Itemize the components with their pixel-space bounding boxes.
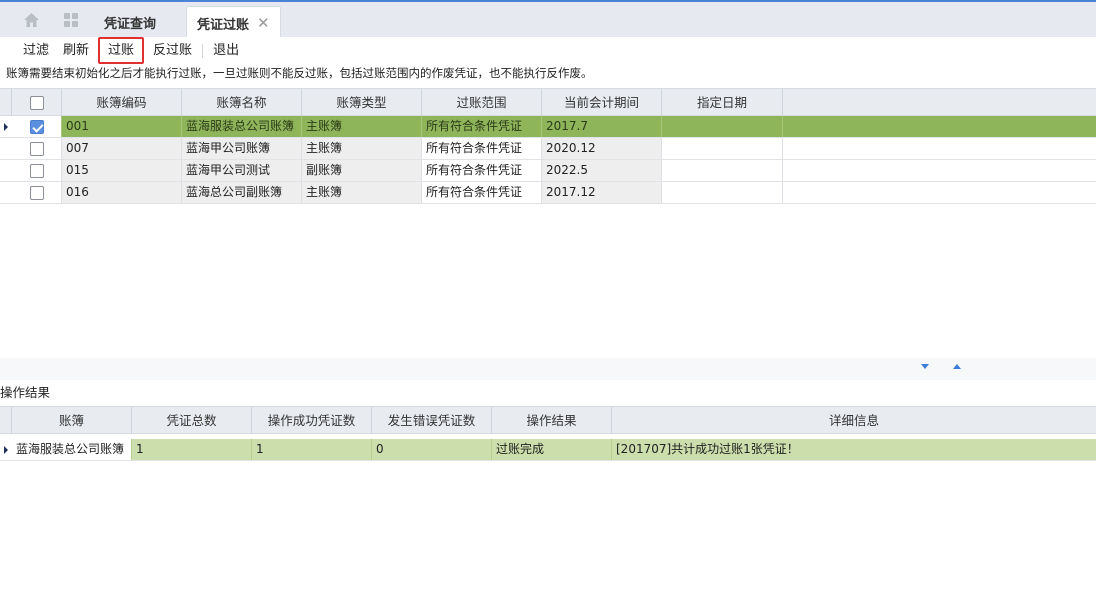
- current-period: 2017.7: [542, 116, 662, 137]
- select-all-checkbox[interactable]: [29, 95, 44, 110]
- result-total: 1: [132, 439, 252, 460]
- tab-bar: 凭证查询 凭证过账 ✕: [0, 0, 1096, 39]
- posting-notice: 账簿需要结束初始化之后才能执行过账，一旦过账则不能反过账，包括过账范围内的作废凭…: [6, 66, 593, 80]
- specified-date[interactable]: [662, 138, 783, 159]
- book-code: 001: [62, 116, 182, 137]
- current-row-indicator: [0, 116, 12, 137]
- current-period: 2020.12: [542, 138, 662, 159]
- column-header[interactable]: 账簿名称: [182, 89, 302, 116]
- book-type: 主账簿: [302, 138, 422, 159]
- book-name: 蓝海甲公司账簿: [182, 138, 302, 159]
- panel-splitter[interactable]: [0, 358, 1096, 380]
- close-icon[interactable]: ✕: [257, 14, 270, 32]
- refresh-button[interactable]: 刷新: [56, 37, 96, 64]
- column-header[interactable]: 操作结果: [492, 407, 612, 434]
- row-checkbox-cell: [12, 160, 62, 181]
- result-success: 1: [252, 439, 372, 460]
- row-filler: [783, 116, 1096, 137]
- table-row[interactable]: 015 蓝海甲公司测试 副账簿 所有符合条件凭证 2022.5: [0, 160, 1096, 182]
- posting-scope: 所有符合条件凭证: [422, 116, 542, 137]
- result-table-header: 账簿 凭证总数 操作成功凭证数 发生错误凭证数 操作结果 详细信息: [0, 406, 1096, 434]
- filter-button[interactable]: 过滤: [16, 37, 56, 64]
- row-indicator: [0, 182, 12, 203]
- posting-scope: 所有符合条件凭证: [422, 138, 542, 159]
- column-header[interactable]: 账簿编码: [62, 89, 182, 116]
- column-header[interactable]: 账簿: [12, 407, 132, 434]
- home-icon[interactable]: [22, 11, 40, 29]
- books-table-header: 账簿编码 账簿名称 账簿类型 过账范围 当前会计期间 指定日期: [0, 88, 1096, 116]
- specified-date[interactable]: [662, 182, 783, 203]
- row-indicator: [0, 160, 12, 181]
- column-header[interactable]: 当前会计期间: [542, 89, 662, 116]
- column-header[interactable]: 凭证总数: [132, 407, 252, 434]
- select-all-cell: [12, 89, 62, 116]
- table-row[interactable]: 001 蓝海服装总公司账簿 主账簿 所有符合条件凭证 2017.7: [0, 116, 1096, 138]
- result-book: 蓝海服装总公司账簿: [12, 439, 132, 460]
- current-period: 2022.5: [542, 160, 662, 181]
- book-name: 蓝海甲公司测试: [182, 160, 302, 181]
- row-checkbox[interactable]: [29, 163, 44, 178]
- result-detail: [201707]共计成功过账1张凭证！: [612, 439, 1096, 460]
- tab-label: 凭证查询: [104, 17, 157, 32]
- tab-voucher-posting[interactable]: 凭证过账 ✕: [186, 6, 281, 39]
- row-checkbox-cell: [12, 116, 62, 137]
- collapse-up-icon[interactable]: [953, 364, 961, 369]
- app-grid-icon[interactable]: [62, 11, 80, 29]
- unpost-button[interactable]: 反过账: [146, 37, 199, 64]
- row-checkbox-cell: [12, 138, 62, 159]
- row-checkbox[interactable]: [29, 141, 44, 156]
- tab-label: 凭证过账: [197, 17, 250, 33]
- book-type: 副账簿: [302, 160, 422, 181]
- column-header[interactable]: 指定日期: [662, 89, 783, 116]
- table-row[interactable]: 蓝海服装总公司账簿 1 1 0 过账完成 [201707]共计成功过账1张凭证！: [0, 439, 1096, 461]
- posting-scope: 所有符合条件凭证: [422, 160, 542, 181]
- toolbar-divider: [202, 43, 204, 58]
- specified-date[interactable]: [662, 160, 783, 181]
- book-name: 蓝海总公司副账簿: [182, 182, 302, 203]
- row-checkbox-cell: [12, 182, 62, 203]
- column-header[interactable]: 账簿类型: [302, 89, 422, 116]
- result-errors: 0: [372, 439, 492, 460]
- collapse-down-icon[interactable]: [921, 364, 929, 369]
- column-header[interactable]: 过账范围: [422, 89, 542, 116]
- book-type: 主账簿: [302, 182, 422, 203]
- book-name: 蓝海服装总公司账簿: [182, 116, 302, 137]
- row-indicator-header: [0, 407, 12, 434]
- row-indicator-header: [0, 89, 12, 116]
- result-status: 过账完成: [492, 439, 612, 460]
- tab-voucher-query[interactable]: 凭证查询: [104, 6, 156, 39]
- table-row[interactable]: 016 蓝海总公司副账簿 主账簿 所有符合条件凭证 2017.12: [0, 182, 1096, 204]
- exit-button[interactable]: 退出: [206, 37, 246, 64]
- result-table: 账簿 凭证总数 操作成功凭证数 发生错误凭证数 操作结果 详细信息 蓝海服装总公…: [0, 406, 1096, 461]
- specified-date[interactable]: [662, 116, 783, 137]
- column-header[interactable]: 详细信息: [612, 407, 1096, 434]
- row-pointer-icon: [4, 122, 8, 131]
- book-code: 007: [62, 138, 182, 159]
- book-code: 016: [62, 182, 182, 203]
- column-header[interactable]: 操作成功凭证数: [252, 407, 372, 434]
- toolbar: 过滤 刷新 过账 反过账 退出: [0, 37, 1096, 64]
- current-period: 2017.12: [542, 182, 662, 203]
- result-section-title: 操作结果: [0, 385, 51, 400]
- row-checkbox[interactable]: [29, 185, 44, 200]
- row-indicator: [0, 138, 12, 159]
- books-table: 账簿编码 账簿名称 账簿类型 过账范围 当前会计期间 指定日期 001 蓝海服装…: [0, 88, 1096, 204]
- current-row-indicator: [0, 439, 12, 460]
- row-pointer-icon: [4, 445, 8, 454]
- column-header[interactable]: 发生错误凭证数: [372, 407, 492, 434]
- book-code: 015: [62, 160, 182, 181]
- posting-scope: 所有符合条件凭证: [422, 182, 542, 203]
- post-button[interactable]: 过账: [98, 37, 145, 64]
- table-row[interactable]: 007 蓝海甲公司账簿 主账簿 所有符合条件凭证 2020.12: [0, 138, 1096, 160]
- row-checkbox[interactable]: [29, 119, 44, 134]
- book-type: 主账簿: [302, 116, 422, 137]
